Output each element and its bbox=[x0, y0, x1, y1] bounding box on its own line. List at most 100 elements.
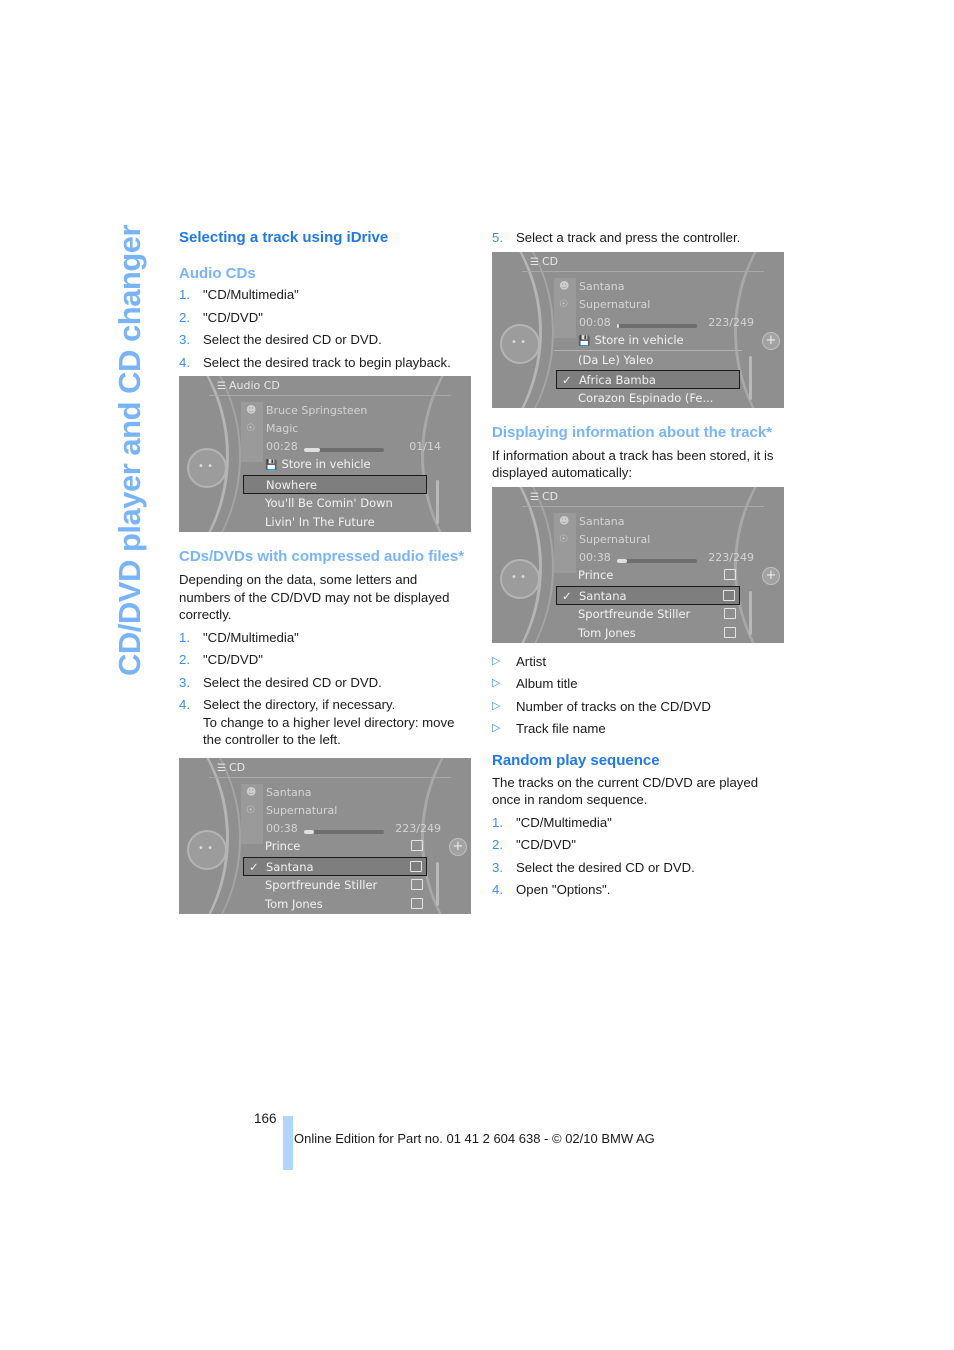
idrive-screenshot-track-list: ☰ CD ☻ ☉ Santana Supernatural 00:08 223/2… bbox=[492, 251, 784, 408]
scrollbar[interactable] bbox=[749, 590, 752, 635]
directory-item[interactable]: Prince bbox=[243, 837, 427, 856]
save-icon: 💾 bbox=[265, 460, 278, 471]
scrollbar[interactable] bbox=[749, 355, 752, 400]
artist-icon: ☻ bbox=[559, 515, 570, 527]
plus-icon[interactable]: + bbox=[762, 331, 780, 350]
track-info-bullets: ▷ Artist ▷ Album title ▷ Number of tracks o… bbox=[492, 653, 784, 738]
checkmark-icon: ✓ bbox=[562, 588, 572, 603]
cd-menu-icon: ☰ bbox=[217, 381, 226, 392]
step-text: Select the desired CD or DVD. bbox=[203, 332, 382, 347]
step-item: 4. Select the desired track to begin play… bbox=[179, 354, 471, 372]
folder-icon bbox=[411, 878, 423, 890]
cd-menu-icon: ☰ bbox=[530, 491, 539, 503]
step-text: Select the desired CD or DVD. bbox=[516, 859, 695, 875]
album-name: Supernatural bbox=[579, 297, 651, 311]
step-item: 1. "CD/Multimedia" bbox=[179, 629, 471, 647]
bullet-text: Track file name bbox=[516, 721, 606, 736]
track-item[interactable]: (Da Le) Yaleo bbox=[556, 351, 740, 370]
bullet-item: ▷ Artist bbox=[492, 653, 784, 671]
track-count: 223/249 bbox=[708, 550, 754, 564]
step-text: Select the desired track to begin playba… bbox=[203, 354, 451, 370]
directory-name: Santana bbox=[266, 859, 314, 874]
track-title: Africa Bamba bbox=[579, 372, 656, 387]
directory-item[interactable]: Tom Jones bbox=[556, 624, 740, 643]
compressed-steps: 1. "CD/Multimedia" 2. "CD/DVD" 3. Select th… bbox=[179, 629, 471, 749]
bullet-text: Artist bbox=[516, 653, 547, 669]
compressed-intro-text: Depending on the data, some letters and … bbox=[179, 572, 450, 622]
folder-icon bbox=[411, 839, 423, 851]
section-heading-select-track: Selecting a track using iDrive bbox=[179, 229, 389, 246]
plus-icon[interactable]: + bbox=[762, 566, 780, 585]
directory-name: Tom Jones bbox=[265, 896, 323, 911]
step-item: 1. "CD/Multimedia" bbox=[492, 814, 784, 832]
step-number: 3. bbox=[492, 859, 503, 875]
bullet-item: ▷ Album title bbox=[492, 675, 784, 693]
track-item[interactable]: You'll Be Comin' Down bbox=[243, 494, 427, 513]
artist-name: Santana bbox=[579, 279, 625, 293]
playback-progress-bar bbox=[304, 829, 384, 834]
cd-menu-icon: ☰ bbox=[530, 256, 539, 268]
directory-item[interactable]: Sportfreunde Stiller bbox=[556, 605, 740, 624]
idrive-screenshot-track-info: ☰ CD ☻ ☉ Santana Supernatural 00:38 223/2… bbox=[492, 486, 784, 643]
store-in-vehicle-item[interactable]: 💾 Store in vehicle bbox=[243, 455, 427, 474]
step-item: 3. Select the desired CD or DVD. bbox=[492, 859, 784, 877]
track-info-panel: ☻ ☉ Santana Supernatural 00:38 223/249 bbox=[241, 783, 441, 844]
track-title: Nowhere bbox=[266, 478, 317, 492]
step-number: 4. bbox=[492, 882, 503, 897]
step-text: Open "Options". bbox=[516, 882, 611, 897]
screen-header-label: CD bbox=[541, 489, 559, 503]
track-title: (Da Le) Yaleo bbox=[578, 352, 654, 367]
screen-header: ☰ CD bbox=[209, 758, 451, 778]
elapsed-time: 00:38 bbox=[579, 550, 611, 564]
footer-edition-text: Online Edition for Part no. 01 41 2 604 … bbox=[294, 1131, 655, 1146]
step-item: 5. Select a track and press the controlle… bbox=[492, 229, 784, 247]
artist-icon: ☻ bbox=[559, 280, 570, 292]
step-item: 3. Select the desired CD or DVD. bbox=[179, 674, 471, 692]
elapsed-time: 00:28 bbox=[266, 440, 298, 453]
track-count: 01/14 bbox=[409, 440, 441, 453]
plus-icon[interactable]: + bbox=[449, 837, 467, 856]
screen-header-label: Audio CD bbox=[228, 379, 280, 392]
artist-icon: ☻ bbox=[246, 786, 257, 798]
step-item: 2. "CD/DVD" bbox=[179, 651, 471, 669]
artist-icon: ☻ bbox=[246, 405, 257, 416]
track-item-selected[interactable]: Nowhere bbox=[243, 475, 427, 494]
folder-icon bbox=[724, 626, 736, 638]
folder-icon bbox=[724, 607, 736, 619]
step-number: 4. bbox=[179, 354, 190, 370]
step-number: 1. bbox=[492, 814, 503, 830]
step-text: Select the desired CD or DVD. bbox=[203, 674, 382, 690]
track-item[interactable]: Corazon Espinado (Fe... bbox=[556, 389, 740, 408]
directory-item[interactable]: Tom Jones bbox=[243, 895, 427, 914]
cd-menu-icon: ☰ bbox=[217, 762, 226, 774]
screen-header-label: CD bbox=[228, 760, 246, 774]
step-text: "CD/DVD" bbox=[203, 652, 263, 667]
album-icon: ☉ bbox=[246, 423, 255, 434]
artist-name: Bruce Springsteen bbox=[266, 404, 368, 417]
step-number: 1. bbox=[179, 287, 190, 302]
controller-knob-icon bbox=[500, 323, 540, 364]
subheading-audio-cds: Audio CDs bbox=[179, 265, 256, 282]
directory-name: Tom Jones bbox=[578, 625, 636, 640]
step-text: "CD/DVD" bbox=[203, 309, 263, 325]
scrollbar[interactable] bbox=[436, 480, 439, 524]
track-item-selected[interactable]: ✓ Africa Bamba bbox=[556, 369, 740, 389]
step-number: 2. bbox=[179, 652, 190, 667]
page-number: 166 bbox=[254, 1111, 277, 1126]
step-text: "CD/Multimedia" bbox=[203, 629, 299, 645]
elapsed-time: 00:08 bbox=[579, 315, 611, 329]
store-in-vehicle-item[interactable]: 💾 Store in vehicle bbox=[556, 331, 740, 350]
track-item[interactable]: Livin' In The Future bbox=[243, 513, 427, 532]
directory-item-selected[interactable]: ✓ Santana bbox=[556, 585, 740, 605]
controller-knob-icon bbox=[187, 448, 227, 488]
scrollbar[interactable] bbox=[436, 861, 439, 906]
directory-item[interactable]: Prince bbox=[556, 566, 740, 585]
directory-item-selected[interactable]: ✓ Santana bbox=[243, 856, 427, 876]
idrive-screenshot-audio-cd: ☰ Audio CD ☻ ☉ Bruce Springsteen Magic 00… bbox=[179, 376, 471, 532]
directory-item[interactable]: Sportfreunde Stiller bbox=[243, 876, 427, 895]
triangle-bullet-icon: ▷ bbox=[492, 699, 501, 712]
playback-progress-bar bbox=[617, 323, 697, 328]
step-text: "CD/DVD" bbox=[516, 837, 576, 852]
step-text: Select a track and press the controller. bbox=[516, 230, 741, 245]
progress-fill bbox=[304, 829, 314, 834]
